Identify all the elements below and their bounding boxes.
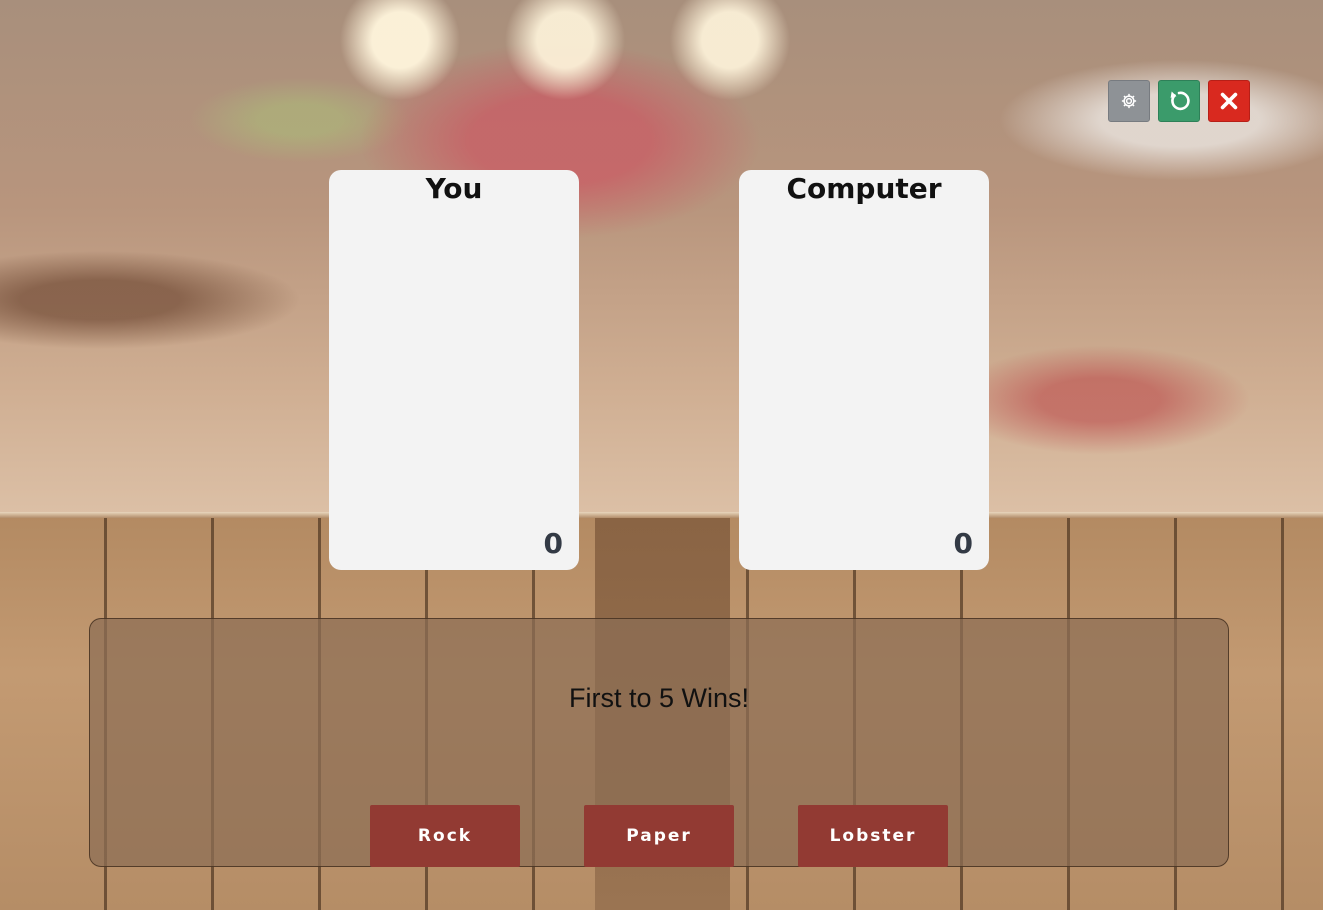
player-card: You 0 — [329, 170, 579, 570]
close-icon — [1220, 92, 1238, 110]
player-score: 0 — [543, 527, 563, 560]
control-buttons — [1108, 80, 1250, 122]
computer-card: Computer 0 — [739, 170, 989, 570]
restart-button[interactable] — [1158, 80, 1200, 122]
computer-score: 0 — [953, 527, 973, 560]
game-message: First to 5 Wins! — [568, 683, 750, 713]
computer-card-title: Computer — [786, 172, 942, 205]
gear-icon — [1121, 93, 1137, 109]
player-card-title: You — [425, 172, 483, 205]
rock-button[interactable]: Rock — [370, 805, 520, 867]
close-button[interactable] — [1208, 80, 1250, 122]
table-edge — [0, 512, 1323, 518]
lobster-button[interactable]: Lobster — [798, 805, 948, 867]
paper-button[interactable]: Paper — [584, 805, 734, 867]
restart-icon — [1170, 91, 1190, 111]
settings-button[interactable] — [1108, 80, 1150, 122]
blurred-background — [0, 0, 1323, 515]
game-panel: First to 5 Wins! Rock Paper Lobster — [89, 618, 1229, 867]
